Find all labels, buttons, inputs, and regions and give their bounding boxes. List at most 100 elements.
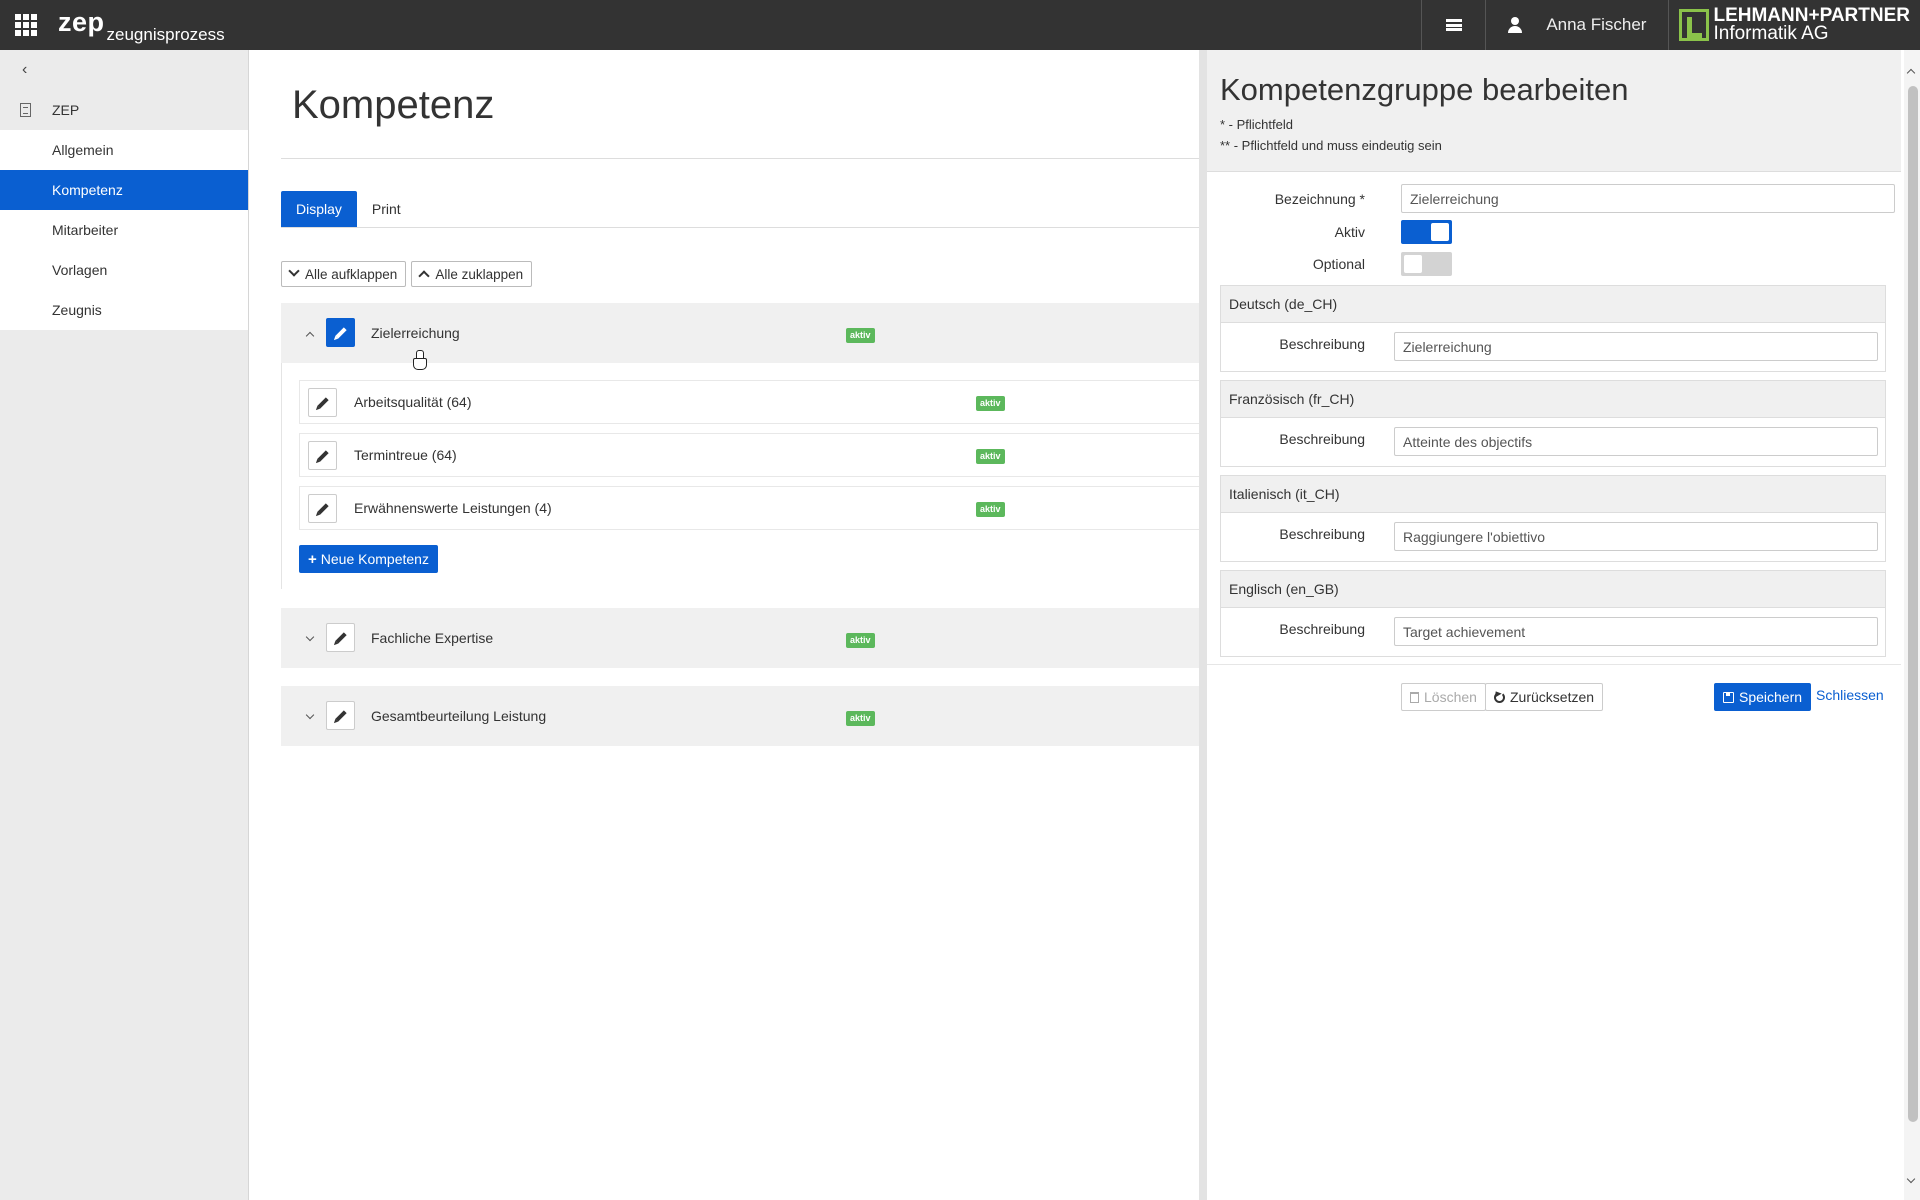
competence-label: Erwähnenswerte Leistungen (4) — [354, 500, 552, 516]
language-header: Französisch (fr_CH) — [1221, 381, 1885, 418]
sidebar-item-allgemein[interactable]: Allgemein — [0, 130, 248, 170]
sidebar-item-zeugnis[interactable]: Zeugnis — [0, 290, 248, 330]
unique-required-note: ** - Pflichtfeld und muss eindeutig sein — [1220, 138, 1442, 153]
beschreibung-label: Beschreibung — [1279, 431, 1365, 447]
tab-display[interactable]: Display — [281, 191, 357, 227]
competence-group: Fachliche Expertise aktiv — [281, 608, 1200, 668]
pencil-icon — [334, 326, 347, 339]
group-header: Fachliche Expertise aktiv — [281, 608, 1200, 668]
language-header: Englisch (en_GB) — [1221, 571, 1885, 608]
beschreibung-label: Beschreibung — [1279, 336, 1365, 352]
chevron-down-icon[interactable] — [305, 710, 315, 720]
user-name: Anna Fischer — [1546, 15, 1647, 34]
new-competence-button[interactable]: + Neue Kompetenz — [299, 545, 438, 573]
expand-all-label: Alle aufklappen — [305, 266, 398, 282]
language-section-en: Englisch (en_GB) Beschreibung Target ach… — [1220, 570, 1886, 657]
group-header: Gesamtbeurteilung Leistung aktiv — [281, 686, 1200, 746]
app-grid-icon[interactable] — [0, 0, 52, 50]
delete-label: Löschen — [1424, 689, 1477, 705]
chevron-down-icon[interactable] — [1906, 1174, 1916, 1184]
menu-icon — [1445, 19, 1462, 31]
undo-icon — [1494, 691, 1505, 703]
sidebar-root-label: ZEP — [52, 102, 80, 118]
aktiv-row: Aktiv — [1207, 220, 1901, 246]
chevron-down-icon[interactable] — [305, 632, 315, 642]
beschreibung-input-it[interactable]: Raggiungere l'obiettivo — [1394, 522, 1878, 551]
chevron-up-icon[interactable] — [305, 331, 315, 341]
sidebar-item-mitarbeiter[interactable]: Mitarbeiter — [0, 210, 248, 250]
user-menu[interactable]: Anna Fischer — [1485, 0, 1668, 50]
edit-group-button[interactable] — [326, 318, 427, 370]
edit-competence-button[interactable] — [308, 388, 337, 417]
edit-group-button[interactable] — [326, 701, 355, 730]
bezeichnung-row: Bezeichnung * Zielerreichung — [1207, 184, 1901, 214]
beschreibung-input-en[interactable]: Target achievement — [1394, 617, 1878, 646]
reset-button[interactable]: Zurücksetzen — [1485, 683, 1604, 711]
divider — [281, 227, 1200, 228]
list-item: Termintreue (64) aktiv — [299, 433, 1201, 477]
status-badge: aktiv — [846, 711, 875, 726]
company-logo: LEHMANN+PARTNER Informatik AG — [1668, 0, 1920, 50]
pencil-icon — [334, 631, 347, 644]
plus-icon: + — [308, 550, 317, 568]
beschreibung-input-fr[interactable]: Atteinte des objectifs — [1394, 427, 1878, 456]
expand-all-button[interactable]: Alle aufklappen — [281, 261, 407, 287]
language-section-it: Italienisch (it_CH) Beschreibung Raggiun… — [1220, 475, 1886, 562]
panel-title: Kompetenzgruppe bearbeiten — [1220, 72, 1629, 107]
save-label: Speichern — [1739, 689, 1803, 705]
tab-print[interactable]: Print — [357, 191, 416, 227]
divider — [281, 158, 1200, 159]
sidebar: ‹ ZEP Allgemein Kompetenz Mitarbeiter Vo… — [0, 50, 249, 1200]
delete-button[interactable]: Löschen — [1401, 683, 1486, 711]
main-content: Kompetenz Display Print Alle aufklappen … — [250, 50, 1201, 1200]
chevron-down-icon — [288, 265, 300, 277]
group-header: Zielerreichung aktiv — [281, 303, 1200, 370]
view-tabs: Display Print — [281, 191, 416, 227]
user-icon — [1508, 17, 1523, 33]
trash-icon — [1410, 691, 1419, 703]
close-link[interactable]: Schliessen — [1816, 687, 1884, 703]
chevron-up-icon[interactable] — [1906, 68, 1916, 78]
new-competence-label: Neue Kompetenz — [320, 551, 429, 567]
bezeichnung-input[interactable]: Zielerreichung — [1401, 184, 1895, 213]
bezeichnung-label: Bezeichnung * — [1274, 191, 1365, 207]
edit-group-button[interactable] — [326, 623, 355, 652]
list-item: Arbeitsqualität (64) aktiv — [299, 380, 1201, 424]
competence-group: Zielerreichung aktiv Arbeitsqualität (64… — [281, 303, 1201, 589]
page-title: Kompetenz — [292, 83, 495, 127]
group-label: Gesamtbeurteilung Leistung — [371, 708, 547, 724]
logo-line-2: Informatik AG — [1713, 23, 1829, 44]
sidebar-item-vorlagen[interactable]: Vorlagen — [0, 250, 248, 290]
optional-row: Optional — [1207, 252, 1901, 278]
language-section-de: Deutsch (de_CH) Beschreibung Zielerreich… — [1220, 285, 1886, 372]
scrollbar-thumb[interactable] — [1908, 86, 1918, 1122]
panel-header: Kompetenzgruppe bearbeiten * - Pflichtfe… — [1207, 50, 1901, 172]
language-section-fr: Französisch (fr_CH) Beschreibung Atteint… — [1220, 380, 1886, 467]
edit-competence-button[interactable] — [308, 494, 337, 523]
sidebar-item-kompetenz[interactable]: Kompetenz — [0, 170, 248, 210]
aktiv-toggle[interactable] — [1401, 220, 1452, 244]
group-label: Zielerreichung — [371, 325, 460, 341]
beschreibung-input-de[interactable]: Zielerreichung — [1394, 332, 1878, 361]
chevron-left-icon: ‹ — [22, 61, 28, 78]
chevron-up-icon — [418, 270, 430, 282]
collapse-all-button[interactable]: Alle zuklappen — [411, 261, 533, 287]
app-name: zep — [58, 6, 105, 37]
pencil-icon — [316, 449, 329, 462]
panel-scrollbar[interactable] — [1904, 50, 1920, 1200]
beschreibung-label: Beschreibung — [1279, 526, 1365, 542]
competence-group: Gesamtbeurteilung Leistung aktiv — [281, 686, 1200, 746]
sidebar-root-zep[interactable]: ZEP — [0, 90, 248, 130]
competence-label: Arbeitsqualität (64) — [354, 394, 472, 410]
status-badge: aktiv — [846, 328, 875, 343]
save-button[interactable]: Speichern — [1714, 683, 1812, 711]
app-brand[interactable]: zep zeugnisprozess — [58, 6, 225, 44]
collapse-sidebar-button[interactable]: ‹ — [0, 50, 248, 90]
reset-label: Zurücksetzen — [1510, 689, 1595, 705]
beschreibung-label: Beschreibung — [1279, 621, 1365, 637]
edit-competence-button[interactable] — [308, 441, 337, 470]
optional-toggle[interactable] — [1401, 252, 1452, 276]
status-badge: aktiv — [976, 396, 1005, 411]
menu-button[interactable] — [1421, 0, 1485, 50]
logo-mark-icon — [1679, 9, 1710, 41]
